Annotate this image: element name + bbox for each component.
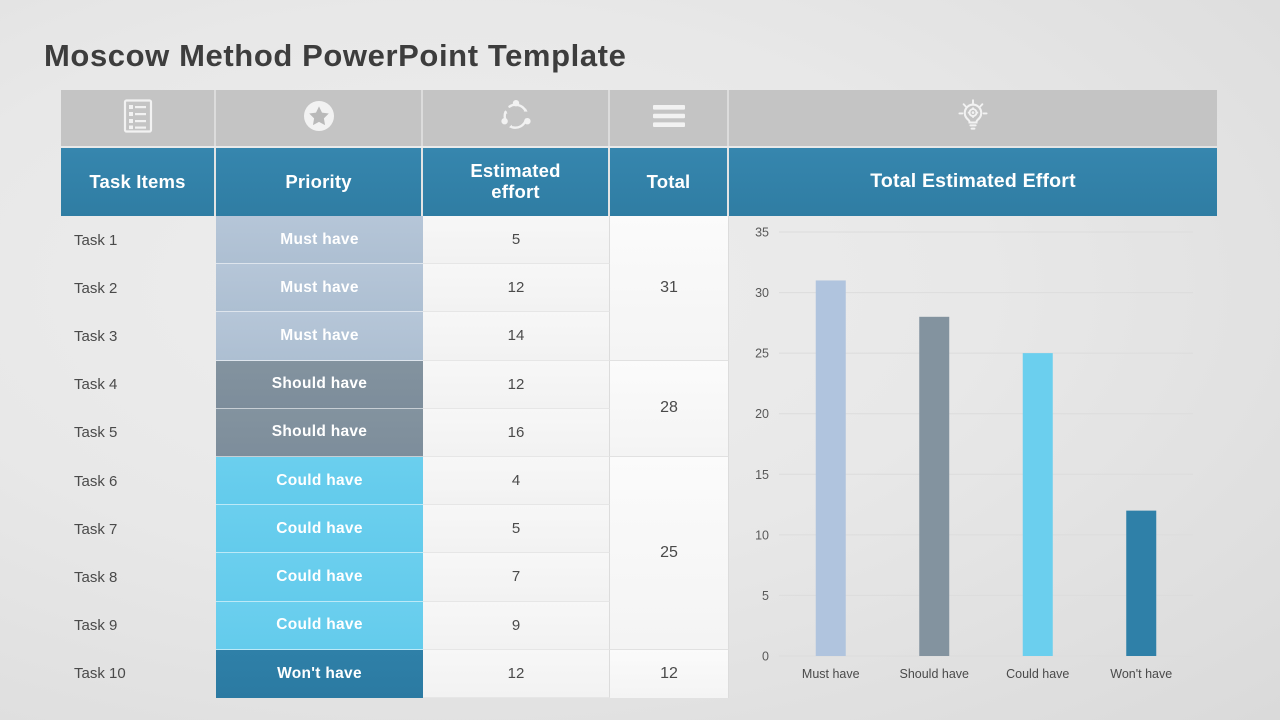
total-cell[interactable]: 12 (610, 649, 729, 698)
icon-header-row (61, 90, 1217, 146)
table-row[interactable]: Task 3 (61, 312, 216, 360)
bar-chart-svg: 0 5 10 15 20 25 30 35 Must have Should have Could … (755, 226, 1193, 681)
table-row[interactable]: Task 6 (61, 457, 216, 505)
table-row[interactable]: Task 9 (61, 602, 216, 650)
column-header-task-items: Task Items (61, 148, 216, 216)
priority-cell[interactable]: Must have (216, 264, 423, 313)
priority-cell[interactable]: Could have (216, 553, 423, 602)
table-row[interactable]: Task 1 (61, 216, 216, 264)
x-axis-tick-label: Won't have (1110, 667, 1172, 681)
checklist-icon (123, 98, 153, 138)
lightbulb-gear-icon (955, 98, 991, 139)
table-row[interactable]: Task 2 (61, 264, 216, 312)
priority-cell[interactable]: Should have (216, 408, 423, 457)
page-title: Moscow Method PowerPoint Template (44, 38, 627, 73)
bar-chart: 0 5 10 15 20 25 30 35 Must have Should have Could … (729, 216, 1217, 698)
column-header-chart: Total Estimated Effort (729, 148, 1217, 216)
column-header-priority: Priority (216, 148, 423, 216)
effort-cell[interactable]: 14 (423, 312, 610, 361)
total-cell[interactable]: 25 (610, 456, 729, 650)
x-axis-tick-label: Could have (1006, 667, 1069, 681)
chart-bar[interactable] (1022, 353, 1053, 656)
table-row[interactable]: Task 10 (61, 650, 216, 698)
table-row[interactable]: Task 5 (61, 409, 216, 457)
y-axis-tick-label: 0 (762, 650, 769, 664)
icon-cell-estimated-effort (423, 90, 610, 146)
effort-cell[interactable]: 5 (423, 216, 610, 265)
column-header-total: Total (610, 148, 729, 216)
effort-cell[interactable]: 16 (423, 408, 610, 457)
effort-cell[interactable]: 4 (423, 456, 610, 506)
y-axis-tick-label: 20 (755, 407, 769, 421)
column-priority: Must have Must have Must have Should hav… (216, 216, 423, 698)
total-cell[interactable]: 28 (610, 360, 729, 457)
column-header-estimated-effort: Estimated effort (423, 148, 610, 216)
effort-cell[interactable]: 12 (423, 649, 610, 698)
effort-cell[interactable]: 12 (423, 264, 610, 313)
y-axis-tick-label: 25 (755, 347, 769, 361)
y-axis-tick-label: 10 (755, 528, 769, 542)
priority-cell[interactable]: Must have (216, 312, 423, 361)
moscow-table: Task Items Priority Estimated effort Tot… (61, 90, 1217, 698)
chart-bar[interactable] (919, 316, 950, 656)
priority-cell[interactable]: Should have (216, 360, 423, 409)
effort-cell[interactable]: 5 (423, 505, 610, 554)
chart-bar[interactable] (815, 280, 846, 656)
star-circle-icon (303, 100, 335, 137)
priority-cell[interactable]: Could have (216, 505, 423, 554)
table-body: Task 1 Task 2 Task 3 Task 4 Task 5 Task … (61, 216, 1217, 698)
priority-cell[interactable]: Could have (216, 601, 423, 650)
column-estimated-effort: 5 12 14 12 16 4 5 7 9 12 (423, 216, 610, 698)
x-axis-tick-label: Should have (899, 667, 969, 681)
effort-cell[interactable]: 9 (423, 601, 610, 650)
table-row[interactable]: Task 4 (61, 361, 216, 409)
column-task-items: Task 1 Task 2 Task 3 Task 4 Task 5 Task … (61, 216, 216, 698)
priority-cell[interactable]: Must have (216, 216, 423, 265)
table-row[interactable]: Task 8 (61, 553, 216, 601)
table-row[interactable]: Task 7 (61, 505, 216, 553)
y-axis-tick-label: 30 (755, 286, 769, 300)
icon-cell-priority (216, 90, 423, 146)
chart-bar[interactable] (1126, 510, 1157, 656)
table-header-row: Task Items Priority Estimated effort Tot… (61, 148, 1217, 216)
column-header-estimated-effort-line1: Estimated (470, 160, 561, 182)
effort-cell[interactable]: 7 (423, 553, 610, 602)
column-header-estimated-effort-line2: effort (491, 181, 540, 202)
icon-cell-chart (729, 90, 1217, 146)
x-axis-tick-label: Must have (802, 667, 860, 681)
cycle-arrows-icon (499, 99, 533, 138)
y-axis-tick-label: 35 (755, 226, 769, 240)
column-chart: 0 5 10 15 20 25 30 35 Must have Should have Could … (729, 216, 1217, 698)
icon-cell-total (610, 90, 729, 146)
column-total: 31 28 25 12 (610, 216, 729, 698)
y-axis-tick-label: 15 (755, 468, 769, 482)
y-axis-tick-label: 5 (762, 589, 769, 603)
effort-cell[interactable]: 12 (423, 360, 610, 409)
priority-cell[interactable]: Won't have (216, 649, 423, 698)
priority-cell[interactable]: Could have (216, 456, 423, 506)
hamburger-lines-icon (652, 104, 686, 133)
total-cell[interactable]: 31 (610, 216, 729, 361)
icon-cell-task-items (61, 90, 216, 146)
